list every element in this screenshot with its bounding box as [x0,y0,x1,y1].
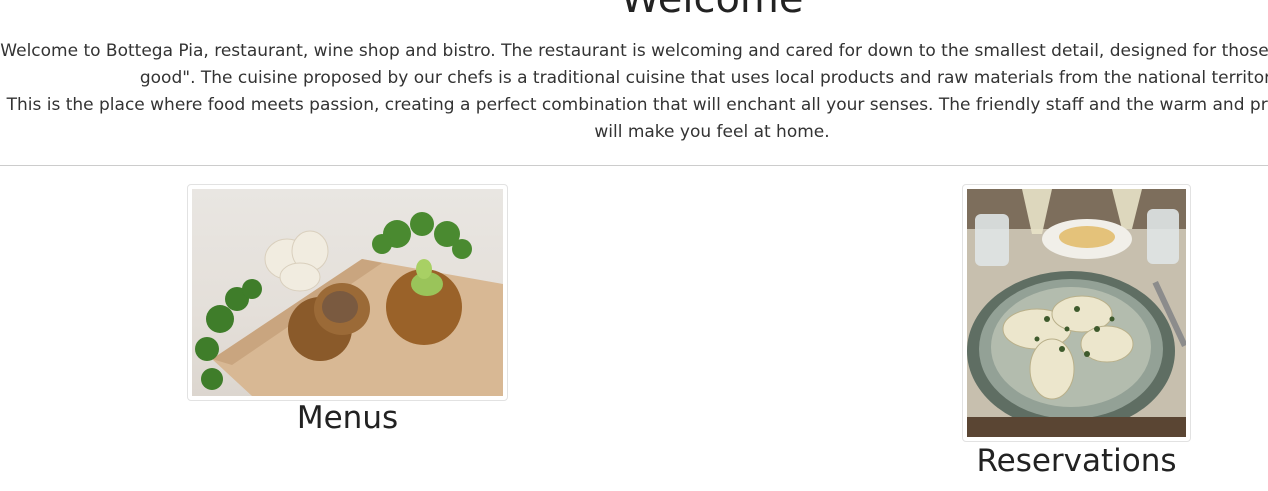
page: Welcome Welcome to Bottega Pia, restaura… [0,0,1268,491]
menus-image-link[interactable] [187,184,508,401]
intro-paragraph-1: Welcome to Bottega Pia, restaurant, wine… [0,41,1268,88]
menus-photo [192,189,503,396]
welcome-intro: Welcome to Bottega Pia, restaurant, wine… [0,38,1268,146]
welcome-heading: Welcome [0,0,1268,24]
reservations-link[interactable]: Reservations [962,443,1191,479]
menus-link[interactable]: Menus [187,400,508,436]
intro-paragraph-2: This is the place where food meets passi… [6,95,1268,142]
reservations-image-link[interactable] [962,184,1191,442]
reservations-photo [967,189,1186,437]
section-divider [0,165,1268,166]
